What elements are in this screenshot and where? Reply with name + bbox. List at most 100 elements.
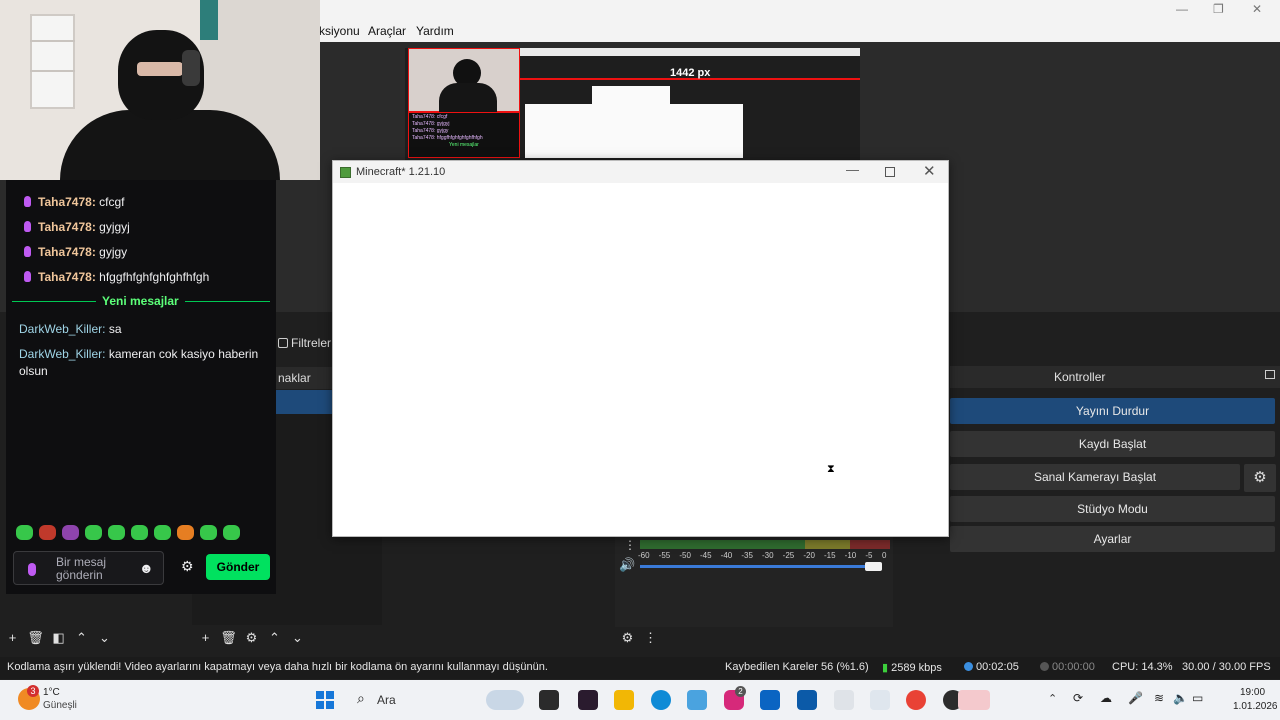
weather-description[interactable]: Güneşli bbox=[43, 700, 77, 711]
minimize-icon[interactable]: — bbox=[846, 162, 859, 177]
chat-username[interactable]: Taha7478 bbox=[38, 245, 92, 259]
emote-icon[interactable] bbox=[177, 525, 194, 540]
twitch-chat-panel: Taha7478: cfcgf Taha7478: gyjgyj Taha747… bbox=[6, 180, 276, 594]
obs-minimize-button[interactable]: — bbox=[1176, 2, 1188, 16]
kebab-menu-icon[interactable]: ⋮ bbox=[639, 630, 662, 646]
clock-time[interactable]: 19:00 bbox=[1240, 687, 1265, 698]
emote-icon[interactable] bbox=[200, 525, 217, 540]
studio-mode-button[interactable]: Stüdyo Modu bbox=[950, 496, 1275, 522]
close-icon[interactable]: ✕ bbox=[923, 162, 936, 180]
gear-icon[interactable]: ⚙ bbox=[1244, 464, 1276, 492]
trash-icon[interactable]: 🗑 bbox=[24, 630, 47, 646]
chat-username[interactable]: Taha7478 bbox=[38, 270, 92, 284]
emote-icon[interactable] bbox=[131, 525, 148, 540]
obs-close-button[interactable]: ✕ bbox=[1252, 2, 1262, 16]
volume-slider-handle[interactable] bbox=[864, 562, 882, 571]
file-explorer-icon[interactable] bbox=[614, 690, 634, 710]
chat-text: hfggfhfghfghfghfhfgh bbox=[99, 270, 210, 284]
speaker-icon[interactable]: 🔈 bbox=[1173, 691, 1188, 705]
webcam-shelf-line bbox=[30, 40, 75, 42]
chat-username[interactable]: Taha7478 bbox=[38, 220, 92, 234]
chat-message: Taha7478: gyjgy bbox=[24, 245, 127, 259]
fps: 30.00 / 30.00 FPS bbox=[1182, 661, 1271, 673]
add-icon[interactable]: + bbox=[194, 630, 217, 645]
speaker-icon[interactable]: 🔊 bbox=[619, 557, 635, 573]
chevron-up-icon[interactable]: ⌃ bbox=[70, 630, 93, 646]
battery-icon[interactable]: ▭ bbox=[1192, 691, 1203, 705]
chat-username[interactable]: DarkWeb_Killer bbox=[19, 347, 102, 361]
chevron-up-icon[interactable]: ⌃ bbox=[1048, 692, 1057, 705]
store-icon[interactable] bbox=[797, 690, 817, 710]
clock-date[interactable]: 1.01.2026 bbox=[1233, 701, 1278, 712]
chevron-down-icon[interactable]: ⌄ bbox=[93, 630, 116, 646]
chat-message-input[interactable]: Bir mesaj gönderin ☻ bbox=[13, 551, 164, 585]
weather-temperature[interactable]: 1°C bbox=[43, 687, 60, 698]
gear-icon[interactable]: ⚙ bbox=[181, 558, 194, 575]
app-icon[interactable] bbox=[834, 690, 854, 710]
chrome-icon[interactable] bbox=[906, 690, 926, 710]
gear-icon[interactable]: ⚙ bbox=[616, 630, 639, 646]
minecraft-titlebar[interactable]: Minecraft* 1.21.10 — ✕ bbox=[333, 161, 948, 183]
emoji-icon[interactable]: ☻ bbox=[139, 560, 154, 576]
filter-icon[interactable]: ◧ bbox=[47, 630, 70, 646]
windows-start-icon[interactable] bbox=[316, 691, 334, 709]
sources-selected-row[interactable] bbox=[276, 390, 332, 414]
search-highlight-icon[interactable] bbox=[486, 690, 524, 710]
preview-webcam-source[interactable] bbox=[408, 48, 520, 113]
photos-icon[interactable] bbox=[687, 690, 707, 710]
sync-icon[interactable]: ⟳ bbox=[1073, 691, 1083, 705]
meter-tick-label: -10 bbox=[844, 551, 857, 560]
chat-text-continuation: olsun bbox=[19, 364, 48, 378]
emote-icon[interactable] bbox=[16, 525, 33, 540]
gear-icon[interactable]: ⚙ bbox=[240, 630, 263, 646]
emote-icon[interactable] bbox=[39, 525, 56, 540]
meter-tick-label: -45 bbox=[700, 551, 712, 560]
cloud-icon[interactable] bbox=[870, 690, 890, 710]
record-time-value: 00:00:00 bbox=[1052, 661, 1095, 673]
emote-icon[interactable] bbox=[223, 525, 240, 540]
volume-slider[interactable] bbox=[640, 565, 880, 568]
obs-maximize-button[interactable]: ❐ bbox=[1213, 2, 1224, 16]
wifi-icon[interactable]: ≋ bbox=[1154, 691, 1164, 705]
taskbar-search[interactable]: Ara bbox=[377, 693, 396, 707]
task-view-icon[interactable] bbox=[539, 690, 559, 710]
start-virtual-camera-button[interactable]: Sanal Kamerayı Başlat bbox=[950, 464, 1240, 490]
popout-icon[interactable] bbox=[1265, 370, 1275, 379]
emote-icon[interactable] bbox=[85, 525, 102, 540]
edge-icon[interactable] bbox=[651, 690, 671, 710]
microphone-icon[interactable]: 🎤 bbox=[1128, 691, 1143, 705]
recording-indicator-icon[interactable] bbox=[958, 690, 990, 710]
filters-button[interactable]: Filtreler bbox=[278, 336, 334, 354]
meter-tick-label: -25 bbox=[782, 551, 795, 560]
microphone-icon bbox=[24, 271, 31, 282]
chat-username[interactable]: DarkWeb_Killer bbox=[19, 322, 102, 336]
chevron-down-icon[interactable]: ⌄ bbox=[286, 630, 309, 646]
chevron-up-icon[interactable]: ⌃ bbox=[263, 630, 286, 646]
windows-taskbar: 3 1°C Güneşli ⌕ Ara 2 ⌃ ⟳ ☁ 🎤 ≋ 🔈 ▭ 19:0… bbox=[0, 680, 1280, 720]
app-icon[interactable] bbox=[578, 690, 598, 710]
trash-icon[interactable]: 🗑 bbox=[217, 630, 240, 646]
menu-item-partial[interactable]: ksiyonu bbox=[319, 24, 360, 38]
send-button[interactable]: Gönder bbox=[206, 554, 270, 580]
menu-item-tools[interactable]: Araçlar bbox=[368, 24, 406, 38]
menu-item-help[interactable]: Yardım bbox=[416, 24, 454, 38]
preview-chat-source[interactable]: Taha7478: cfcgf Taha7478: gyjgyj Taha747… bbox=[408, 112, 520, 158]
settings-button[interactable]: Ayarlar bbox=[950, 526, 1275, 552]
sources-dock-header: naklar bbox=[276, 367, 332, 389]
meter-tick-label: 0 bbox=[882, 551, 887, 560]
start-recording-button[interactable]: Kaydı Başlat bbox=[950, 431, 1275, 457]
stop-stream-button[interactable]: Yayını Durdur bbox=[950, 398, 1275, 424]
emote-icon[interactable] bbox=[154, 525, 171, 540]
chat-username[interactable]: Taha7478 bbox=[38, 195, 92, 209]
webcam-person-face bbox=[137, 62, 183, 76]
search-icon[interactable]: ⌕ bbox=[357, 690, 365, 707]
meter-tick-label: -40 bbox=[720, 551, 733, 560]
emote-icon[interactable] bbox=[62, 525, 79, 540]
emote-icon[interactable] bbox=[108, 525, 125, 540]
minecraft-window[interactable]: Minecraft* 1.21.10 — ✕ ⧗ bbox=[332, 160, 949, 537]
add-icon[interactable]: + bbox=[1, 630, 24, 645]
outlook-icon[interactable] bbox=[760, 690, 780, 710]
maximize-icon[interactable] bbox=[885, 167, 895, 177]
kebab-menu-icon[interactable]: ⋮ bbox=[624, 538, 636, 552]
cloud-icon[interactable]: ☁ bbox=[1100, 691, 1112, 705]
